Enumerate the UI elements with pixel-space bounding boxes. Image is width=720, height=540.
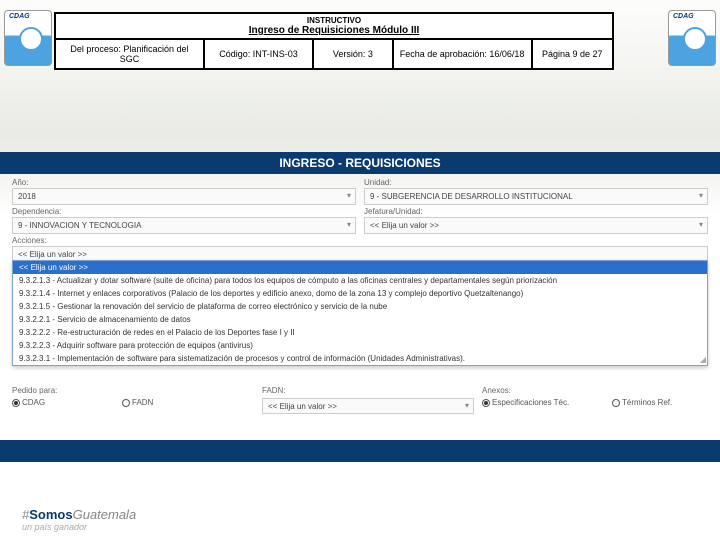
radio-terminos[interactable]: Términos Ref. <box>612 398 704 407</box>
pedido-label: Pedido para: <box>12 386 114 395</box>
radio-cdag[interactable]: CDAG <box>12 398 114 407</box>
document-header: INSTRUCTIVO Ingreso de Requisiciones Mód… <box>54 12 614 70</box>
header-pagina: Página 9 de 27 <box>533 40 612 68</box>
dropdown-option[interactable]: 9.3.2.1.5 - Gestionar la renovación del … <box>13 300 707 313</box>
header-title: Ingreso de Requisiciones Módulo III <box>56 25 612 36</box>
acciones-label: Acciones: <box>12 236 708 245</box>
ano-select[interactable]: 2018 <box>12 188 356 205</box>
form-area: Año: 2018 Unidad: 9 - SUBGERENCIA DE DES… <box>8 178 712 264</box>
footer-slogan: #SomosGuatemala un país ganador <box>22 507 136 532</box>
jefatura-select[interactable]: << Elija un valor >> <box>364 217 708 234</box>
fadn-select[interactable]: << Elija un valor >> <box>262 398 474 414</box>
dependencia-label: Dependencia: <box>12 207 356 216</box>
dropdown-option[interactable]: 9.3.2.1.3 - Actualizar y dotar software … <box>13 274 707 287</box>
section-title: INGRESO - REQUISICIONES <box>0 152 720 174</box>
header-fecha: Fecha de aprobación: 16/06/18 <box>394 40 533 68</box>
acciones-dropdown[interactable]: << Elija un valor >> 9.3.2.1.3 - Actuali… <box>12 260 708 366</box>
jefatura-label: Jefatura/Unidad: <box>364 207 708 216</box>
dropdown-option[interactable]: 9.3.2.2.3 - Adquirir software para prote… <box>13 339 707 352</box>
unidad-label: Unidad: <box>364 178 708 187</box>
dropdown-option[interactable]: 9.3.2.2.2 - Re-estructuración de redes e… <box>13 326 707 339</box>
header-codigo: Código: INT-INS-03 <box>205 40 314 68</box>
dropdown-option[interactable]: 9.3.2.2.1 - Servicio de almacenamiento d… <box>13 313 707 326</box>
header-instructivo: INSTRUCTIVO <box>56 16 612 25</box>
dropdown-option[interactable]: 9.3.2.1.4 - Internet y enlaces corporati… <box>13 287 707 300</box>
anexos-label: Anexos: <box>482 386 604 395</box>
dropdown-option[interactable]: << Elija un valor >> <box>13 261 707 274</box>
cdag-logo-right <box>668 10 716 66</box>
ano-label: Año: <box>12 178 356 187</box>
cdag-logo-left <box>4 10 52 66</box>
bottom-bar <box>0 440 720 462</box>
radio-fadn[interactable]: FADN <box>122 398 254 407</box>
dependencia-select[interactable]: 9 - INNOVACION Y TECNOLOGIA <box>12 217 356 234</box>
fadn-label: FADN: <box>262 386 474 395</box>
dropdown-option[interactable]: 9.3.2.3.1 - Implementación de software p… <box>13 352 707 365</box>
resize-icon: ◢ <box>700 355 706 364</box>
radio-espec[interactable]: Especificaciones Téc. <box>482 398 604 407</box>
header-version: Versión: 3 <box>314 40 393 68</box>
header-proceso: Del proceso: Planificación del SGC <box>56 40 205 68</box>
unidad-select[interactable]: 9 - SUBGERENCIA DE DESARROLLO INSTITUCIO… <box>364 188 708 205</box>
radio-row: Pedido para: CDAG FADN FADN: << Elija un… <box>8 386 712 414</box>
